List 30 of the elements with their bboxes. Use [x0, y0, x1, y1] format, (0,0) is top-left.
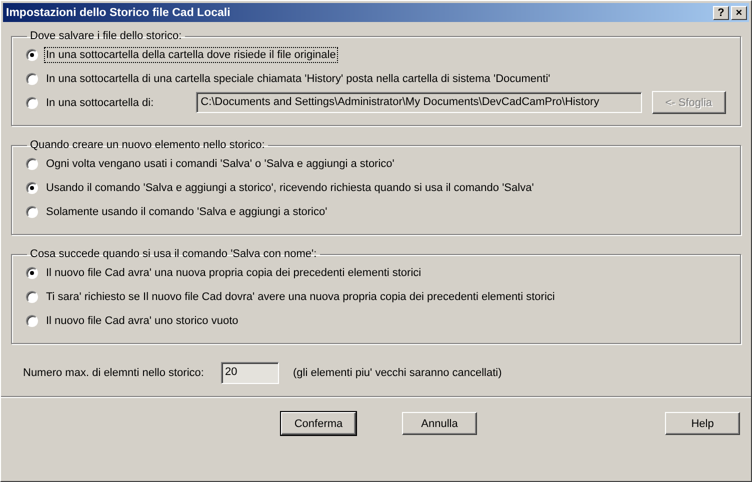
help-button[interactable]: ? — [713, 6, 729, 20]
radio-label[interactable]: Usando il comando 'Salva e aggiungi a storico', ricevendo richiesta quando si usa il comando 'Salva' — [44, 180, 536, 196]
hint-text: (gli elementi piu' vecchi saranno cancellati) — [293, 367, 502, 379]
group-label: Quando creare un nuovo elemento nello storico: — [29, 139, 266, 151]
radio-label[interactable]: Il nuovo file Cad avra' uno storico vuoto — [44, 312, 240, 328]
close-button[interactable]: × — [731, 6, 747, 20]
radio-button[interactable] — [26, 96, 38, 108]
radio-label[interactable]: In una sottocartella di: — [44, 94, 156, 110]
radio-label[interactable]: In una sottocartella di una cartella speciale chiamata 'History' posta nella cartella di sistema 'Documenti' — [44, 70, 552, 86]
radio-label[interactable]: In una sottocartella della cartella dove risiede il file originale — [44, 46, 338, 62]
dialog-button[interactable]: Annulla — [402, 412, 477, 435]
dialog-button[interactable]: Help — [665, 412, 740, 435]
radio-label[interactable]: Ti sara' richiesto se Il nuovo file Cad dovra' avere una nuova propria copia dei precedenti elementi storici — [44, 288, 557, 304]
radio-button[interactable] — [26, 158, 38, 170]
radio-label[interactable]: Ogni volta vengano usati i comandi 'Salva' o 'Salva e aggiungi a storico' — [44, 156, 396, 172]
radio-button[interactable] — [26, 266, 38, 278]
radio-button[interactable] — [26, 314, 38, 326]
radio-button[interactable] — [26, 48, 38, 60]
group-label: Dove salvare i file dello storico: — [29, 30, 183, 42]
path-field[interactable]: C:\Documents and Settings\Administrator\My Documents\DevCadCamPro\History — [196, 92, 642, 113]
group-label: Cosa succede quando si usa il comando 'Salva con nome': — [29, 248, 318, 260]
dialog-button[interactable]: Conferma — [281, 412, 356, 435]
radio-button[interactable] — [26, 182, 38, 194]
radio-label[interactable]: Solamente usando il comando 'Salva e aggiungi a storico' — [44, 204, 330, 220]
field-label: Numero max. di elemnti nello storico: — [23, 367, 205, 379]
radio-button[interactable] — [26, 72, 38, 84]
radio-button[interactable] — [26, 290, 38, 302]
radio-button[interactable] — [26, 206, 38, 218]
window-title: Impostazioni dello Storico file Cad Locali — [6, 6, 230, 18]
radio-label[interactable]: Il nuovo file Cad avra' una nuova propria copia dei precedenti elementi storici — [44, 264, 424, 280]
